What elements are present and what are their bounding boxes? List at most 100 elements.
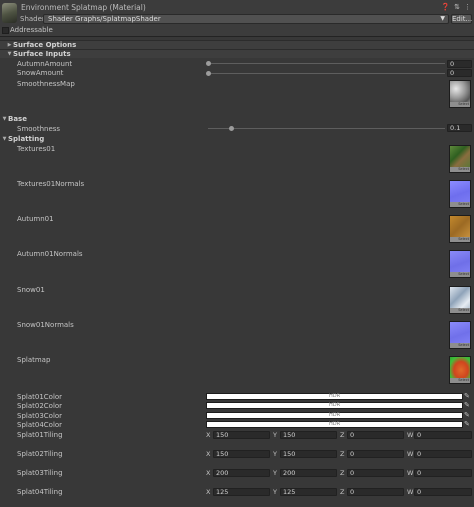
splat01-tiling-z[interactable]: 0 bbox=[347, 431, 404, 439]
y-axis-label: Y bbox=[273, 431, 277, 439]
section-surface-options[interactable]: ▶ Surface Options bbox=[0, 40, 474, 49]
select-button[interactable]: Select bbox=[450, 378, 470, 383]
texture-label: Textures01 bbox=[17, 145, 56, 153]
select-button[interactable]: Select bbox=[450, 102, 470, 107]
select-button[interactable]: Select bbox=[450, 202, 470, 207]
eyedropper-icon[interactable]: ✎ bbox=[464, 420, 470, 428]
texture-label: Splatmap bbox=[17, 356, 51, 364]
smoothness-slider-handle[interactable] bbox=[229, 126, 234, 131]
section-base[interactable]: ▼ Base bbox=[0, 114, 474, 123]
splat02-tiling-z[interactable]: 0 bbox=[347, 450, 404, 458]
splat01-tiling-y[interactable]: 150 bbox=[280, 431, 337, 439]
splat02-tiling-y[interactable]: 150 bbox=[280, 450, 337, 458]
smoothness-map-slot[interactable]: Select bbox=[449, 80, 471, 108]
y-axis-label: Y bbox=[273, 450, 277, 458]
select-button[interactable]: Select bbox=[450, 237, 470, 242]
texture-label: Autumn01 bbox=[17, 215, 54, 223]
edit-shader-button[interactable]: Edit... bbox=[451, 14, 472, 24]
splat01-tiling-label: Splat01Tiling bbox=[17, 431, 63, 439]
splat03-tiling-x[interactable]: 200 bbox=[213, 469, 270, 477]
select-button[interactable]: Select bbox=[450, 272, 470, 277]
smoothness-label: Smoothness bbox=[17, 125, 61, 133]
more-icon[interactable]: ⋮ bbox=[464, 3, 471, 11]
autumn01-slot[interactable]: Select bbox=[449, 215, 471, 243]
select-button[interactable]: Select bbox=[450, 343, 470, 348]
snow-amount-input[interactable]: 0 bbox=[447, 69, 472, 77]
autumn-amount-label: AutumnAmount bbox=[17, 60, 73, 68]
section-splatting[interactable]: ▼ Splatting bbox=[0, 134, 474, 143]
splatmap-slot[interactable]: Select bbox=[449, 356, 471, 384]
shader-value: Shader Graphs/SplatmapShader bbox=[48, 15, 161, 23]
collapse-arrow-icon: ▼ bbox=[7, 51, 12, 57]
expand-arrow-icon: ▶ bbox=[7, 42, 12, 48]
splat03-tiling-y[interactable]: 200 bbox=[280, 469, 337, 477]
x-axis-label: X bbox=[206, 488, 211, 496]
splat02-tiling-w[interactable]: 0 bbox=[414, 450, 472, 458]
section-title: Surface Inputs bbox=[13, 50, 71, 58]
splat03-tiling-w[interactable]: 0 bbox=[414, 469, 472, 477]
splat02-color-field[interactable]: HDR bbox=[206, 402, 463, 409]
x-axis-label: X bbox=[206, 469, 211, 477]
splat01-color-label: Splat01Color bbox=[17, 393, 63, 401]
section-title: Splatting bbox=[8, 134, 45, 143]
chevron-down-icon: ▼ bbox=[440, 15, 445, 22]
material-header: Environment Splatmap (Material) ❓ ⇅ ⋮ Sh… bbox=[0, 0, 474, 37]
autumn-amount-input[interactable]: 0 bbox=[447, 60, 472, 68]
splat03-color-field[interactable]: HDR bbox=[206, 412, 463, 419]
w-axis-label: W bbox=[407, 469, 414, 477]
smoothness-slider[interactable] bbox=[208, 128, 445, 129]
textures01-normals-slot[interactable]: Select bbox=[449, 180, 471, 208]
splat01-tiling-w[interactable]: 0 bbox=[414, 431, 472, 439]
w-axis-label: W bbox=[407, 431, 414, 439]
eyedropper-icon[interactable]: ✎ bbox=[464, 411, 470, 419]
texture-label: Snow01Normals bbox=[17, 321, 74, 329]
material-preview-icon bbox=[2, 3, 17, 23]
splat01-color-field[interactable]: HDR bbox=[206, 393, 463, 400]
help-icon[interactable]: ❓ bbox=[441, 3, 450, 11]
eyedropper-icon[interactable]: ✎ bbox=[464, 392, 470, 400]
splat02-color-label: Splat02Color bbox=[17, 402, 63, 410]
autumn-amount-slider-handle[interactable] bbox=[206, 61, 211, 66]
preset-icon[interactable]: ⇅ bbox=[454, 3, 460, 11]
textures01-slot[interactable]: Select bbox=[449, 145, 471, 173]
w-axis-label: W bbox=[407, 450, 414, 458]
splat01-tiling-x[interactable]: 150 bbox=[213, 431, 270, 439]
splat04-color-field[interactable]: HDR bbox=[206, 421, 463, 428]
shader-dropdown[interactable]: Shader Graphs/SplatmapShader ▼ bbox=[43, 14, 449, 24]
snow01-normals-slot[interactable]: Select bbox=[449, 321, 471, 349]
eyedropper-icon[interactable]: ✎ bbox=[464, 401, 470, 409]
texture-label: Snow01 bbox=[17, 286, 45, 294]
select-button[interactable]: Select bbox=[450, 167, 470, 172]
splat04-tiling-y[interactable]: 125 bbox=[280, 488, 337, 496]
splat04-tiling-w[interactable]: 0 bbox=[414, 488, 472, 496]
snow-amount-slider[interactable] bbox=[208, 73, 445, 74]
splat04-tiling-label: Splat04Tiling bbox=[17, 488, 63, 496]
texture-label: Autumn01Normals bbox=[17, 250, 83, 258]
texture-label: Textures01Normals bbox=[17, 180, 85, 188]
splat02-tiling-x[interactable]: 150 bbox=[213, 450, 270, 458]
addressable-checkbox[interactable] bbox=[2, 27, 9, 34]
z-axis-label: Z bbox=[340, 488, 345, 496]
splat02-tiling-label: Splat02Tiling bbox=[17, 450, 63, 458]
addressable-label: Addressable bbox=[10, 26, 53, 34]
splat03-tiling-z[interactable]: 0 bbox=[347, 469, 404, 477]
snow-amount-slider-handle[interactable] bbox=[206, 71, 211, 76]
shader-label: Shader bbox=[20, 15, 45, 23]
x-axis-label: X bbox=[206, 450, 211, 458]
section-surface-inputs[interactable]: ▼ Surface Inputs bbox=[0, 49, 474, 58]
snow01-slot[interactable]: Select bbox=[449, 286, 471, 314]
section-title: Base bbox=[8, 114, 27, 123]
z-axis-label: Z bbox=[340, 469, 345, 477]
select-button[interactable]: Select bbox=[450, 308, 470, 313]
smoothness-input[interactable]: 0.1 bbox=[447, 124, 472, 132]
splat04-tiling-x[interactable]: 125 bbox=[213, 488, 270, 496]
material-title: Environment Splatmap (Material) bbox=[21, 3, 146, 12]
splat04-tiling-z[interactable]: 0 bbox=[347, 488, 404, 496]
autumn-amount-slider[interactable] bbox=[208, 63, 445, 64]
collapse-arrow-icon: ▼ bbox=[2, 115, 7, 122]
autumn01-normals-slot[interactable]: Select bbox=[449, 250, 471, 278]
collapse-arrow-icon: ▼ bbox=[2, 135, 7, 142]
w-axis-label: W bbox=[407, 488, 414, 496]
splat03-color-label: Splat03Color bbox=[17, 412, 63, 420]
smoothness-map-label: SmoothnessMap bbox=[17, 80, 75, 88]
